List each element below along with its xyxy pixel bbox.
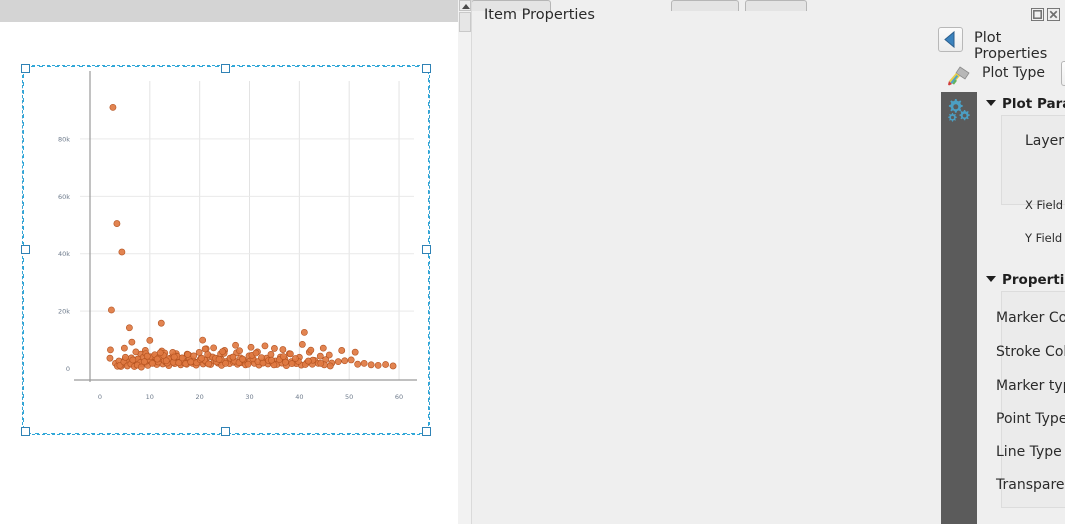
dock-tab-stub-2[interactable] <box>671 0 739 11</box>
resize-handle-middle-left[interactable] <box>21 245 30 254</box>
marker-color-label: Marker Color <box>996 310 1065 326</box>
plot-parameters-header[interactable]: Plot Parameters <box>986 96 1065 112</box>
svg-text:0: 0 <box>98 393 102 401</box>
plot-type-label: Plot Type <box>982 65 1045 81</box>
line-type-label: Line Type <box>996 444 1062 460</box>
marker-type-label: Marker type <box>996 378 1065 394</box>
plot-parameters-header-label: Plot Parameters <box>1002 96 1065 112</box>
resize-handle-top-center[interactable] <box>221 64 230 73</box>
scrollbar-thumb[interactable] <box>459 12 471 32</box>
svg-text:20k: 20k <box>58 308 70 316</box>
resize-handle-middle-right[interactable] <box>422 245 431 254</box>
svg-text:80k: 80k <box>58 135 70 143</box>
y-field-label: Y Field <box>1025 231 1063 245</box>
collapse-triangle-icon <box>986 276 996 282</box>
svg-text:60: 60 <box>395 393 403 401</box>
transparency-label: Transparency <box>996 477 1065 493</box>
layer-label: Layer <box>1025 133 1065 149</box>
back-arrow-icon <box>944 30 955 49</box>
svg-text:60k: 60k <box>58 193 70 201</box>
panel-window-buttons <box>1031 8 1060 21</box>
plot-type-combo[interactable]: Scatter Plot <box>1061 61 1065 86</box>
properties-header-label: Properties <box>1002 272 1065 288</box>
properties-icon-rail <box>941 58 977 524</box>
triangle-up-icon <box>462 4 470 9</box>
resize-handle-top-left[interactable] <box>21 64 30 73</box>
svg-text:30: 30 <box>245 393 253 401</box>
dock-scrollbar[interactable] <box>458 0 472 524</box>
rail-item-plot-parameters[interactable] <box>941 92 977 524</box>
paintbrush-icon <box>948 66 970 86</box>
plot-parameters-group <box>1001 115 1065 205</box>
scatter-plot-svg: 0 10 20 30 40 50 60 0 20k 40k 60k 80k <box>58 71 417 401</box>
collapse-triangle-icon <box>986 100 996 106</box>
canvas-top-band <box>0 0 458 22</box>
properties-header[interactable]: Properties <box>986 272 1065 288</box>
item-properties-dock: Item Properties Plot Properties Plot Typ… <box>458 0 1065 524</box>
back-button[interactable] <box>938 27 963 52</box>
float-icon[interactable] <box>1031 8 1044 21</box>
x-field-label: X Field <box>1025 198 1064 212</box>
resize-handle-bottom-center[interactable] <box>221 427 230 436</box>
svg-text:50: 50 <box>345 393 353 401</box>
scatter-plot-render: 0 10 20 30 40 50 60 0 20k 40k 60k 80k <box>22 65 430 435</box>
plot-item[interactable]: 0 10 20 30 40 50 60 0 20k 40k 60k 80k <box>21 64 431 436</box>
svg-text:10: 10 <box>146 393 154 401</box>
svg-text:40: 40 <box>295 393 303 401</box>
svg-text:40k: 40k <box>58 250 70 258</box>
panel-title: Item Properties <box>484 7 595 23</box>
dock-tab-stub-3[interactable] <box>745 0 807 11</box>
svg-text:20: 20 <box>196 393 204 401</box>
svg-text:0: 0 <box>66 365 70 373</box>
point-type-label: Point Type <box>996 411 1065 427</box>
rail-item-plot-type[interactable] <box>941 58 977 94</box>
resize-handle-bottom-left[interactable] <box>21 427 30 436</box>
gears-icon <box>948 99 970 122</box>
close-icon[interactable] <box>1047 8 1060 21</box>
layout-canvas[interactable]: 0 10 20 30 40 50 60 0 20k 40k 60k 80k <box>0 0 458 524</box>
resize-handle-top-right[interactable] <box>422 64 431 73</box>
scroll-up-button[interactable] <box>459 0 471 11</box>
resize-handle-bottom-right[interactable] <box>422 427 431 436</box>
plot-type-row: Plot Type Scatter Plot <box>982 61 1065 87</box>
plot-properties-content: Plot Type Scatter Plot Plot Parameters <box>977 58 1065 524</box>
stroke-color-label: Stroke Color <box>996 344 1065 360</box>
